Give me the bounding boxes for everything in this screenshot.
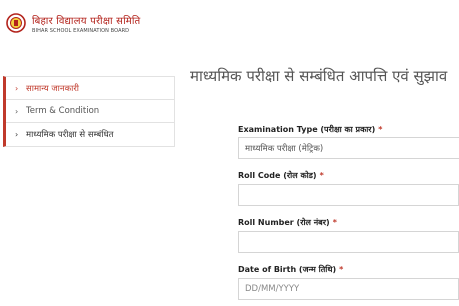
- page-title: माध्यमिक परीक्षा से सम्बंधित आपत्ति एवं …: [190, 67, 448, 85]
- required-mark: *: [319, 171, 324, 180]
- sidebar-item-secondary-exam[interactable]: › माध्यमिक परीक्षा से सम्बंधित: [6, 123, 174, 146]
- roll-code-label: Roll Code (रोल कोड) *: [238, 170, 324, 181]
- sidebar-item-terms[interactable]: › Term & Condition: [6, 100, 174, 123]
- sidebar-nav: › सामान्य जानकारी › Term & Condition › म…: [3, 76, 175, 147]
- roll-number-input[interactable]: [238, 231, 459, 253]
- dob-label-text: Date of Birth (जन्म तिथि): [238, 265, 337, 274]
- roll-number-label: Roll Number (रोल नंबर) *: [238, 217, 337, 228]
- roll-code-input[interactable]: [238, 184, 459, 206]
- sidebar-item-label: Term & Condition: [26, 106, 100, 116]
- bseb-emblem-icon: [6, 13, 26, 33]
- sidebar-item-general-info[interactable]: › सामान्य जानकारी: [6, 77, 174, 100]
- chevron-right-icon: ›: [15, 83, 19, 93]
- sidebar-item-label: माध्यमिक परीक्षा से सम्बंधित: [26, 130, 114, 140]
- required-mark: *: [378, 125, 383, 134]
- board-name-english: BIHAR SCHOOL EXAMINATION BOARD: [32, 28, 130, 34]
- roll-number-label-text: Roll Number (रोल नंबर): [238, 218, 330, 227]
- board-name-hindi: बिहार विद्यालय परीक्षा समिति: [32, 16, 141, 27]
- exam-type-select[interactable]: माध्यमिक परीक्षा (मेट्रिक): [238, 137, 459, 159]
- chevron-right-icon: ›: [15, 106, 19, 116]
- required-mark: *: [339, 265, 344, 274]
- required-mark: *: [332, 218, 337, 227]
- exam-type-label: Examination Type (परीक्षा का प्रकार) *: [238, 124, 382, 135]
- dob-input[interactable]: DD/MM/YYYY: [238, 278, 459, 300]
- chevron-right-icon: ›: [15, 130, 19, 139]
- site-header: बिहार विद्यालय परीक्षा समिति BIHAR SCHOO…: [0, 0, 459, 48]
- roll-code-label-text: Roll Code (रोल कोड): [238, 171, 317, 180]
- sidebar-item-label: सामान्य जानकारी: [26, 83, 80, 94]
- exam-type-label-text: Examination Type (परीक्षा का प्रकार): [238, 125, 376, 134]
- dob-label: Date of Birth (जन्म तिथि) *: [238, 264, 343, 275]
